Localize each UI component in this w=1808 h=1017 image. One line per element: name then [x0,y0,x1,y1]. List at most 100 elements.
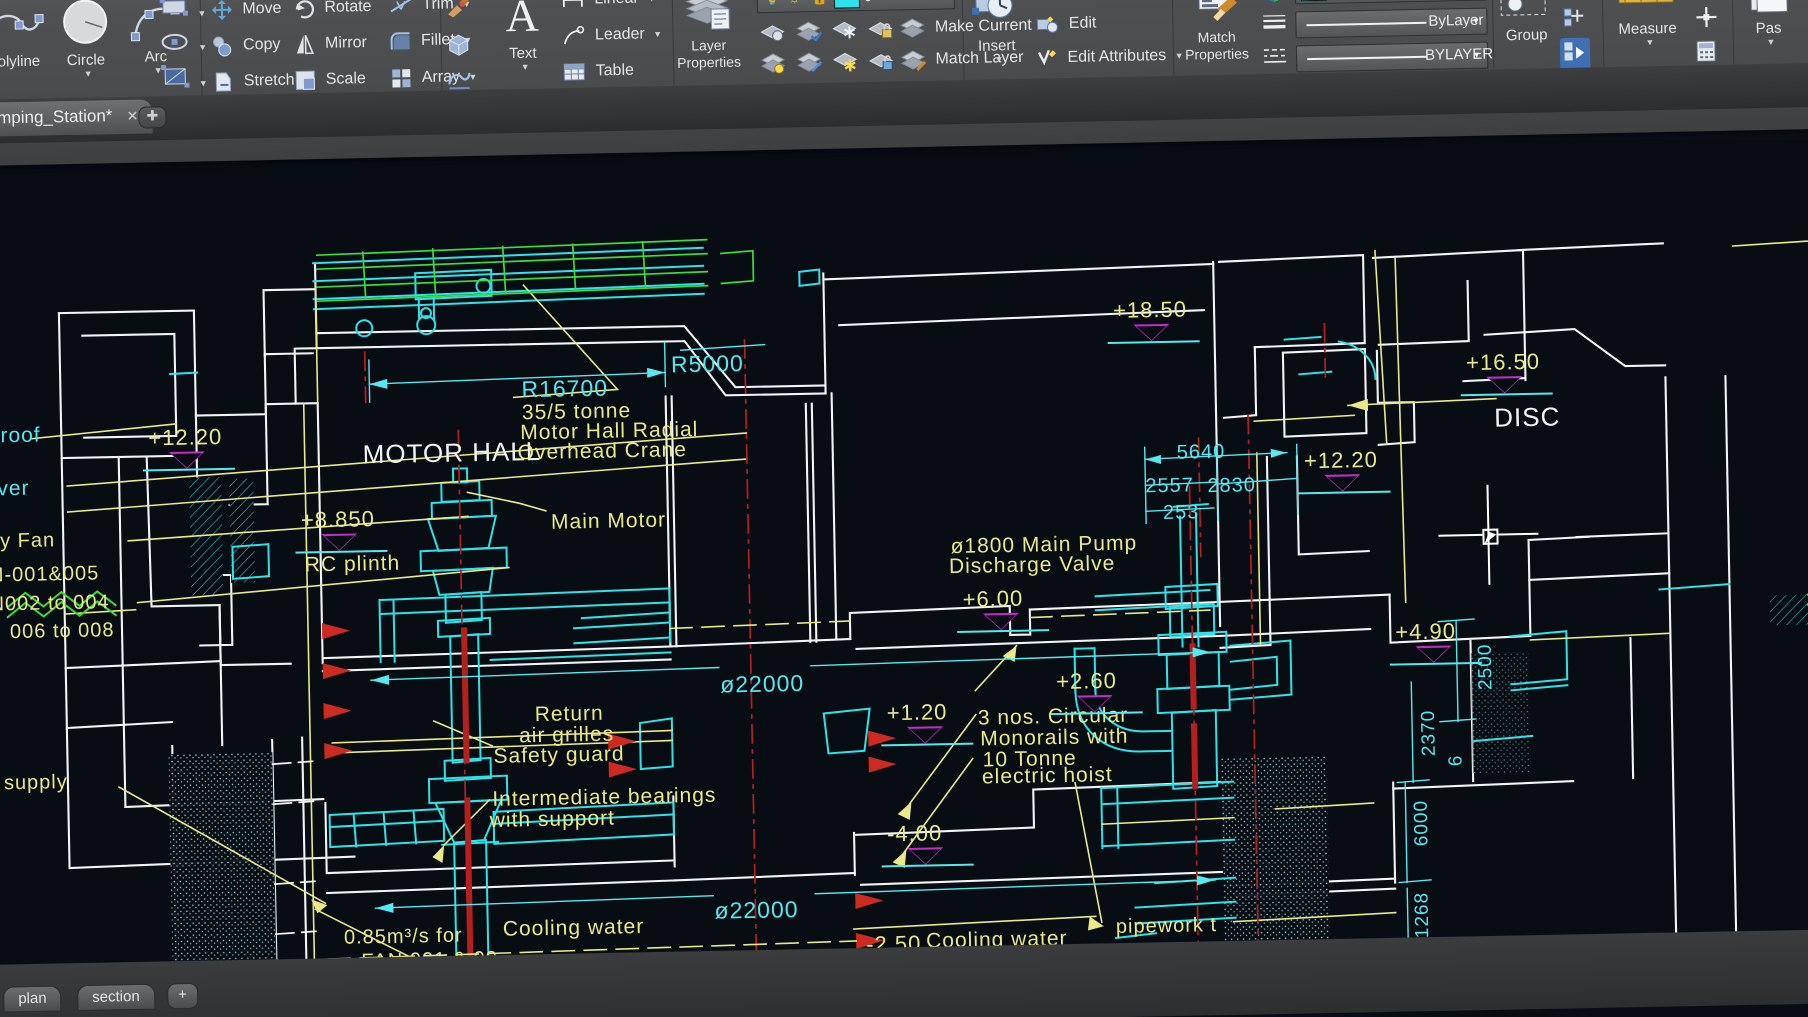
drawing-annotation[interactable]: er proof [0,424,41,450]
copy-button[interactable]: Copy [211,34,281,57]
match-properties-button[interactable]: Match Properties [1173,0,1261,64]
mirror-button[interactable]: Mirror [293,32,367,55]
layer-off-icon[interactable] [759,20,786,48]
group-button[interactable]: Group [1494,0,1557,44]
layout-tab-plan[interactable]: plan [2,985,62,1013]
drawing-annotation[interactable]: upply Fan [0,529,55,554]
text-button[interactable]: A Text ▼ [491,0,555,73]
drawing-annotation[interactable]: Discharge Valve [949,552,1116,579]
lineweight-combo[interactable]: ByLayer ▼ [1295,7,1488,39]
polyline-button[interactable]: Polyline [0,0,50,71]
drawing-annotation[interactable]: Overhead Crane [517,438,687,465]
linetype-icon[interactable] [1262,46,1289,74]
linear-dimension-button[interactable]: Linear ▼ [561,0,657,10]
edit-attributes-button[interactable]: Edit Attributes ▼ [1036,46,1184,69]
drawing-dimension[interactable]: 2557 [1145,474,1194,498]
solid-edit-icon[interactable] [445,32,472,62]
leader-button[interactable]: Leader ▼ [561,24,662,46]
drawing-annotation[interactable]: with support [490,807,616,833]
drawing-dimension[interactable]: R16700 [521,375,608,404]
drawing-annotation[interactable]: -FAN-001&005 [0,562,99,588]
rotate-button[interactable]: Rotate [293,0,372,20]
rectangle-button[interactable]: ▼ [159,0,207,23]
object-color-swatch[interactable] [1300,0,1327,2]
create-block-button[interactable]: Create [1035,0,1117,1]
lightbulb-icon[interactable]: 💡 [764,0,782,7]
drawing-dimension[interactable]: 1268 [1411,892,1434,939]
layer-color-swatch[interactable] [833,0,861,9]
layer-unlock-icon[interactable] [868,49,895,77]
chevron-down-icon[interactable]: ▼ [1742,36,1800,47]
drawing-dimension[interactable]: 2500 [1475,643,1498,690]
unlock-icon[interactable]: 🔓 [812,0,829,6]
drawing-annotation[interactable]: electric hoist [982,763,1113,790]
elevation-triangle-icon [907,726,944,744]
chevron-down-icon[interactable]: ▼ [647,0,656,3]
ellipse-button[interactable]: ▼ [159,29,207,57]
drawing-dimension[interactable]: 5640 [1177,441,1226,465]
paste-button[interactable]: Pas ▼ [1736,0,1800,48]
drawing-annotation[interactable]: pipework t [1116,914,1218,939]
chevron-down-icon[interactable]: ▼ [1472,50,1481,60]
drawing-dimension[interactable]: 253 [1163,501,1200,525]
lineweight-icon[interactable] [1261,12,1288,40]
drawing-dimension[interactable]: 2830 [1207,474,1256,498]
drawing-dimension[interactable]: ø22000 [720,670,805,699]
chevron-down-icon[interactable]: ▼ [1471,16,1480,26]
drawing-dimension[interactable]: 2370 [1418,710,1441,757]
polyline-label: Polyline [0,52,41,71]
drawing-annotation[interactable]: Louver [0,477,30,502]
brush-icon[interactable] [445,0,472,23]
drawing-annotation[interactable]: rete supply [0,771,68,796]
layer-lock-icon[interactable] [867,17,894,45]
chevron-down-icon[interactable]: ▼ [496,61,554,72]
drawing-dimension[interactable]: 6000 [1411,800,1434,847]
chevron-down-icon[interactable]: ▼ [939,0,948,1]
drawing-title-label[interactable]: MOTOR HALL [362,436,541,470]
drawing-dimension[interactable]: ø22000 [714,896,799,925]
drawing-annotation[interactable]: -FAN002 to 004 [0,591,110,617]
stretch-button[interactable]: Stretch [212,70,295,94]
insert-button[interactable]: Insert ▼ [963,0,1031,65]
drawing-dimension[interactable]: R5000 [671,350,744,378]
chevron-down-icon[interactable]: ▼ [54,68,122,79]
table-button[interactable]: Table [562,61,634,82]
layer-properties-button[interactable]: Layer Properties [663,0,755,72]
measure-button[interactable]: Measure ▼ [1608,0,1685,48]
new-tab-button[interactable]: ✚ [138,106,167,129]
add-layout-button[interactable]: + [166,982,199,1010]
document-tab-pumping-station[interactable]: Pumping_Station* ✕ [0,99,153,138]
drawing-annotation[interactable]: RC plinth [305,552,401,578]
layout-tab-section[interactable]: section [76,983,155,1012]
hatch-button[interactable]: ▼ [160,63,208,93]
drawing-annotation[interactable]: 0.85m³/s for [344,925,463,950]
chevron-down-icon[interactable]: ▼ [968,54,1030,65]
linetype-combo[interactable]: BYLAYER ▼ [1295,41,1493,73]
object-color-combo[interactable]: ByLayer ▼ [1294,0,1487,5]
scale-button[interactable]: Scale [294,68,366,91]
edit-block-button[interactable]: Edit [1035,13,1097,34]
layer-thaw-icon[interactable] [832,50,859,78]
circle-button[interactable]: Circle ▼ [49,0,123,79]
layer-turn-on-icon[interactable] [760,52,787,80]
drawing-annotation[interactable]: Main Motor [551,509,666,535]
sun-icon[interactable]: ☼ [788,0,801,6]
chevron-down-icon[interactable]: ▼ [1614,37,1686,48]
drawing-annotation[interactable]: 006 to 008 [10,619,115,644]
layer-control-combo[interactable]: 💡 ☼ 🔓 0 ▼ [756,0,956,14]
move-button[interactable]: Move [211,0,282,21]
group-selection-toggle-icon[interactable] [1559,37,1591,72]
layer-freeze-icon[interactable] [831,18,858,46]
point-id-icon[interactable] [1693,5,1720,35]
close-icon[interactable]: ✕ [127,108,139,125]
drawing-annotation[interactable]: Cooling water [503,915,645,942]
group-edit-icon[interactable] [1561,6,1588,34]
chevron-down-icon[interactable]: ▼ [653,29,662,39]
drawing-canvas[interactable]: MOTOR HALL DISC er proof Louver upply Fan -FA… [0,140,1808,1017]
color-wheel-icon[interactable] [1261,0,1288,9]
drawing-annotation[interactable]: Safety guard [493,742,625,769]
layer-isolate-icon[interactable] [795,19,823,47]
layer-unisolate-icon[interactable] [796,51,823,79]
drawing-title-label[interactable]: DISC [1494,401,1561,433]
drawing-dimension[interactable]: 6 [1445,754,1467,766]
